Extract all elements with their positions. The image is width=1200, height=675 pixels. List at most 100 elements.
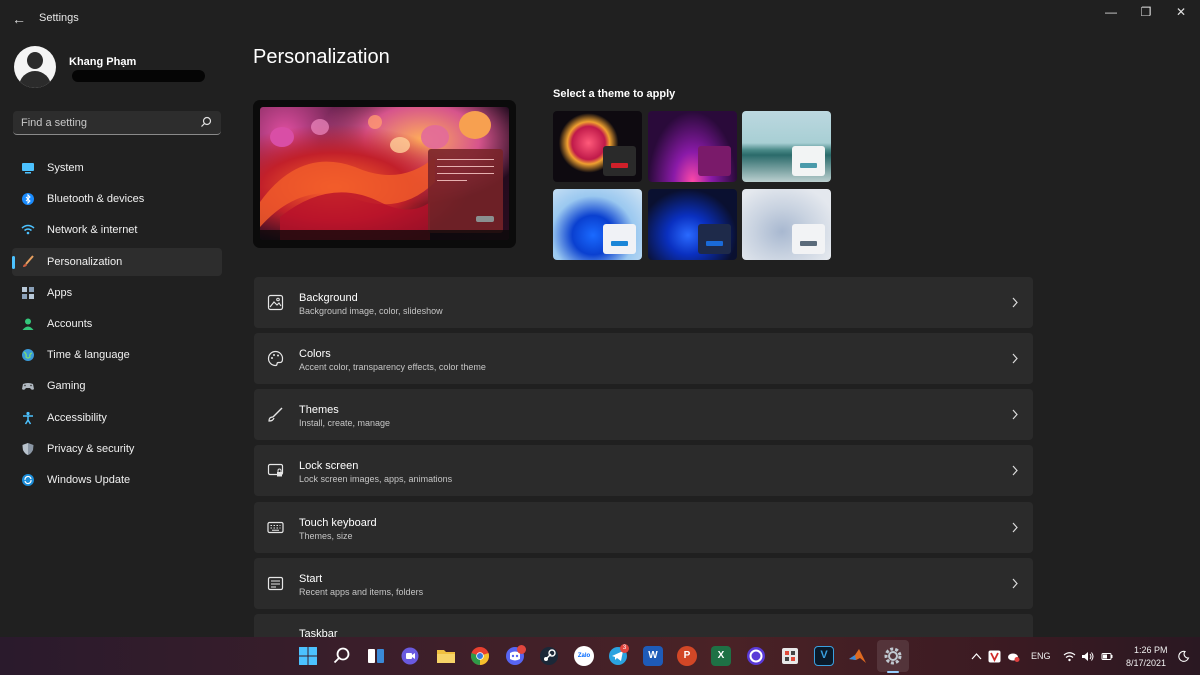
vscode-like-icon[interactable]: V [814, 646, 834, 666]
taskbar-active-indicator [887, 671, 899, 673]
back-arrow-icon[interactable]: ← [10, 10, 28, 28]
globe-icon [22, 349, 34, 362]
avatar [14, 46, 56, 88]
task-view-icon[interactable] [366, 646, 386, 666]
settings-icon[interactable] [883, 646, 903, 666]
volume-icon[interactable] [1081, 650, 1094, 663]
word-icon[interactable]: W [643, 646, 663, 666]
brush-icon [268, 407, 283, 422]
clock-time[interactable]: 1:26 PM [1134, 645, 1168, 655]
sidebar-item-label: System [47, 162, 84, 174]
sidebar-item-personalization[interactable]: Personalization [12, 247, 222, 276]
chat-icon[interactable] [400, 646, 420, 666]
close-button[interactable]: ✕ [1162, 4, 1200, 22]
sidebar-item-system[interactable]: System [12, 154, 222, 182]
search-icon[interactable] [332, 646, 352, 666]
search-input[interactable] [21, 116, 191, 130]
user-profile[interactable]: Khang Phạm [14, 46, 224, 96]
sidebar-item-apps[interactable]: Apps [12, 279, 222, 307]
palette-icon [267, 350, 284, 367]
setting-subtitle: Background image, color, slideshow [299, 306, 443, 316]
sidebar-item-bluetooth[interactable]: Bluetooth & devices [12, 185, 222, 213]
language-indicator[interactable]: ENG [1031, 651, 1051, 661]
minimize-button[interactable]: — [1092, 4, 1130, 22]
setting-subtitle: Themes, size [299, 531, 353, 541]
chevron-right-icon [1012, 353, 1018, 364]
bluetooth-icon [22, 193, 34, 206]
maximize-button[interactable]: ❐ [1127, 4, 1165, 22]
wifi-icon [21, 225, 35, 235]
chevron-right-icon [1012, 465, 1018, 476]
chevron-right-icon [1012, 297, 1018, 308]
sidebar-item-time-language[interactable]: Time & language [12, 341, 222, 369]
setting-background[interactable]: Background Background image, color, slid… [254, 277, 1033, 328]
sidebar-item-windows-update[interactable]: Windows Update [12, 466, 222, 494]
brush-icon [23, 254, 34, 267]
chevron-up-icon[interactable] [970, 650, 983, 663]
chrome-icon[interactable] [470, 646, 490, 666]
sidebar-item-label: Time & language [47, 349, 130, 362]
windows-start-icon[interactable] [298, 646, 318, 666]
sidebar-item-network[interactable]: Network & internet [12, 216, 222, 244]
page-title: Personalization [253, 46, 390, 68]
theme-tile[interactable] [553, 189, 642, 260]
sidebar-item-label: Apps [47, 286, 73, 299]
theme-tile[interactable] [742, 189, 831, 260]
setting-start[interactable]: Start Recent apps and items, folders [254, 558, 1033, 609]
search-box[interactable] [13, 111, 221, 135]
vivaldi-tray-icon[interactable] [988, 650, 1001, 663]
file-explorer-icon[interactable] [436, 646, 456, 666]
apps-icon [22, 286, 34, 299]
lock-screen-icon [267, 463, 284, 477]
theme-tile[interactable] [553, 111, 642, 182]
discord-notification-badge [517, 645, 526, 654]
shield-icon [22, 442, 34, 455]
setting-touch-keyboard[interactable]: Touch keyboard Themes, size [254, 502, 1033, 553]
preview-window [428, 149, 503, 233]
setting-themes[interactable]: Themes Install, create, manage [254, 389, 1033, 440]
theme-tile[interactable] [648, 111, 737, 182]
sidebar-item-label: Windows Update [47, 473, 131, 486]
themes-heading: Select a theme to apply [553, 88, 676, 100]
keyboard-icon [267, 521, 284, 534]
sidebar-item-privacy[interactable]: Privacy & security [12, 435, 222, 463]
chevron-right-icon [1012, 578, 1018, 589]
sidebar-item-accessibility[interactable]: Accessibility [12, 404, 222, 432]
battery-icon[interactable] [1100, 650, 1113, 663]
theme-grid [553, 111, 831, 260]
setting-title: Lock screen [299, 460, 359, 472]
matlab-icon[interactable] [848, 646, 868, 666]
theme-tile[interactable] [648, 189, 737, 260]
excel-icon[interactable]: X [711, 646, 731, 666]
steam-icon[interactable] [539, 646, 559, 666]
setting-lock-screen[interactable]: Lock screen Lock screen images, apps, an… [254, 445, 1033, 496]
user-name: Khang Phạm [69, 56, 137, 68]
setting-title: Touch keyboard [299, 517, 377, 529]
zalo-icon[interactable]: Zalo [574, 646, 594, 666]
image-icon [267, 294, 284, 311]
theme-preview [253, 100, 516, 248]
setting-title: Start [299, 573, 323, 585]
sidebar-item-label: Privacy & security [47, 442, 135, 455]
app-title: Settings [39, 12, 79, 24]
sidebar-item-label: Accounts [47, 317, 93, 330]
powerpoint-icon[interactable]: P [677, 646, 697, 666]
wifi-icon[interactable] [1063, 650, 1076, 663]
theme-tile[interactable] [742, 111, 831, 182]
moon-icon[interactable] [1177, 650, 1190, 663]
chevron-right-icon [1012, 522, 1018, 533]
setting-subtitle: Install, create, manage [299, 418, 391, 428]
setting-taskbar[interactable]: Taskbar [254, 614, 1033, 640]
clock-date[interactable]: 8/17/2021 [1126, 658, 1166, 668]
snipping-icon[interactable] [780, 646, 800, 666]
cloud-tray-icon[interactable] [1007, 650, 1020, 663]
cortana-icon[interactable] [746, 646, 766, 666]
start-icon [267, 576, 284, 591]
sidebar-item-label: Gaming [47, 380, 86, 393]
sidebar-item-gaming[interactable]: Gaming [12, 372, 222, 400]
update-icon [22, 473, 34, 486]
setting-colors[interactable]: Colors Accent color, transparency effect… [254, 333, 1033, 384]
sidebar-item-accounts[interactable]: Accounts [12, 310, 222, 338]
search-icon [201, 116, 212, 127]
sidebar-item-label: Personalization [47, 255, 123, 268]
